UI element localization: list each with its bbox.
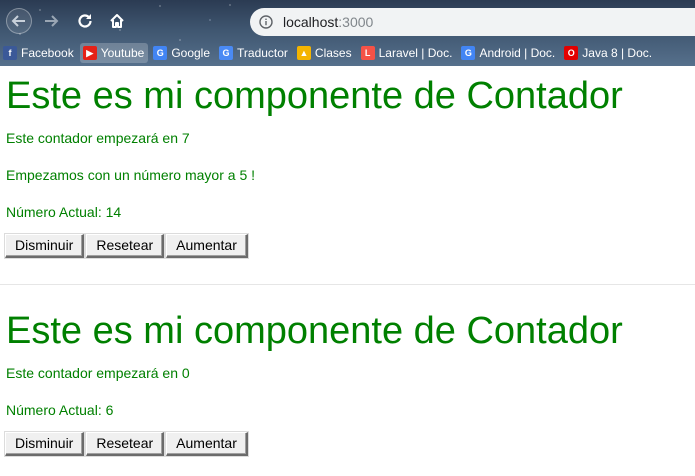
reset-button[interactable]: Resetear — [86, 234, 165, 258]
bookmark-label: Traductor — [237, 46, 288, 60]
increase-button[interactable]: Aumentar — [166, 234, 248, 258]
bookmark-label: Youtube — [100, 46, 145, 60]
reload-icon — [78, 14, 92, 28]
bookmark-label: Google — [171, 46, 211, 60]
facebook-icon: f — [3, 46, 17, 60]
forward-arrow-icon — [45, 15, 59, 27]
current-value-text: Número Actual: 14 — [6, 204, 122, 220]
bookmark-item[interactable]: ▶ Youtube — [79, 43, 149, 63]
info-icon[interactable] — [259, 15, 273, 29]
url-host: localhost — [283, 14, 339, 30]
counter-title: Este es mi componente de Contador — [6, 75, 623, 117]
google-icon: G — [461, 46, 476, 60]
bookmark-label: Clases — [314, 46, 352, 60]
url-text: localhost:3000 — [283, 14, 373, 30]
bookmark-item[interactable]: G Google — [150, 43, 214, 63]
home-button[interactable] — [104, 8, 130, 34]
bookmark-item[interactable]: G Android | Doc. — [458, 43, 559, 63]
forward-button[interactable] — [38, 8, 64, 34]
counter-title: Este es mi componente de Contador — [6, 310, 623, 352]
bookmark-label: Laravel | Doc. — [378, 46, 453, 60]
counter-controls: Disminuir Resetear Aumentar — [5, 234, 695, 258]
back-button[interactable] — [6, 8, 32, 34]
bookmark-label: Facebook — [21, 46, 74, 60]
counter-component: Este es mi componente de Contador Este c… — [0, 74, 695, 258]
horizontal-rule — [0, 284, 695, 285]
address-bar[interactable]: localhost:3000 — [250, 8, 695, 36]
current-value-text: Número Actual: 6 — [6, 402, 114, 418]
decrease-button[interactable]: Disminuir — [5, 432, 85, 456]
google-icon: G — [153, 46, 168, 60]
increase-button[interactable]: Aumentar — [166, 432, 248, 456]
counter-component: Este es mi componente de Contador Este c… — [0, 309, 695, 456]
oracle-icon: O — [564, 46, 579, 60]
youtube-icon: ▶ — [82, 46, 97, 60]
laravel-icon: L — [360, 46, 375, 60]
bookmarks-bar: f Facebook ▶ Youtube G Google G Traductor ▲ Clase… — [0, 42, 695, 64]
start-value-text: Este contador empezará en 7 — [6, 130, 190, 146]
counter-controls: Disminuir Resetear Aumentar — [5, 432, 695, 456]
url-port: :3000 — [338, 14, 374, 30]
reset-button[interactable]: Resetear — [86, 432, 165, 456]
bookmark-item[interactable]: L Laravel | Doc. — [358, 43, 457, 63]
bookmark-label: Android | Doc. — [479, 46, 556, 60]
back-arrow-icon — [11, 15, 25, 27]
reload-button[interactable] — [72, 8, 98, 34]
classroom-icon: ▲ — [296, 46, 311, 60]
browser-toolbar: localhost:3000 f Facebook ▶ Youtube G Google G… — [0, 0, 695, 66]
home-icon — [110, 14, 124, 28]
bookmark-label: Java 8 | Doc. — [582, 46, 653, 60]
translate-icon: G — [219, 46, 234, 60]
start-value-text: Este contador empezará en 0 — [6, 365, 190, 381]
bookmark-item[interactable]: G Traductor — [216, 43, 292, 63]
bookmark-item[interactable]: f Facebook — [0, 43, 78, 63]
navigation-row: localhost:3000 — [0, 0, 695, 40]
bookmark-item[interactable]: ▲ Clases — [294, 43, 356, 63]
decrease-button[interactable]: Disminuir — [5, 234, 85, 258]
greater-than-five-message: Empezamos con un número mayor a 5 ! — [6, 167, 256, 183]
bookmark-item[interactable]: O Java 8 | Doc. — [561, 43, 656, 63]
page-content: Este es mi componente de Contador Este c… — [0, 66, 695, 476]
